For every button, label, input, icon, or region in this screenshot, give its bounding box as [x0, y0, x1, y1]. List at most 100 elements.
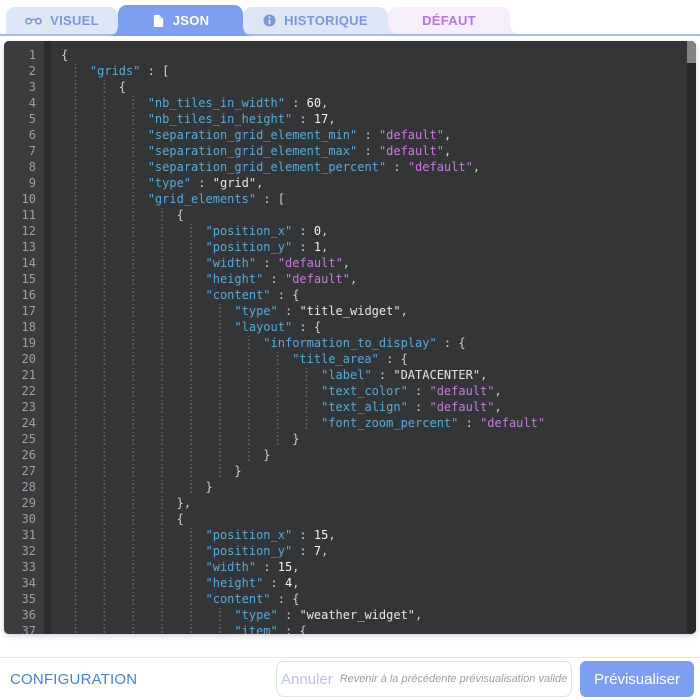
indent-guides — [61, 416, 321, 430]
editor-gutter: 1234567891011121314151617181920212223242… — [4, 41, 44, 634]
token-number: 17 — [314, 112, 328, 126]
line-number: 22 — [4, 383, 36, 399]
preview-button[interactable]: Prévisualiser — [580, 661, 694, 697]
code-line: "position_x" : 0, — [61, 223, 684, 239]
token-string: "grid" — [213, 176, 256, 190]
token-punctuation: : { — [292, 320, 321, 334]
indent-guides — [61, 464, 234, 478]
token-punctuation: { — [61, 48, 68, 62]
token-punctuation: : — [292, 240, 314, 254]
token-key: "layout" — [234, 320, 292, 334]
token-key: "position_y" — [206, 240, 293, 254]
code-line: "type" : "weather_widget", — [61, 607, 684, 623]
code-line: "nb_tiles_in_height" : 17, — [61, 111, 684, 127]
tab-historique[interactable]: HISTORIQUE — [243, 7, 388, 34]
line-number: 35 — [4, 591, 36, 607]
token-punctuation: , — [473, 160, 480, 174]
token-punctuation: : — [263, 272, 285, 286]
indent-guides — [61, 128, 148, 142]
token-key: "grids" — [90, 64, 141, 78]
code-line: } — [61, 447, 684, 463]
code-line: "separation_grid_element_percent" : "def… — [61, 159, 684, 175]
indent-guides — [61, 544, 206, 558]
line-number: 23 — [4, 399, 36, 415]
tab-label: VISUEL — [50, 13, 99, 28]
line-number: 17 — [4, 303, 36, 319]
token-string: "weather_widget" — [299, 608, 415, 622]
editor-code[interactable]: { "grids" : [ { "nb_tiles_in_width" : 60… — [51, 41, 696, 634]
line-number: 16 — [4, 287, 36, 303]
line-number: 29 — [4, 495, 36, 511]
token-punctuation: , — [401, 304, 408, 318]
token-punctuation: : — [263, 576, 285, 590]
token-key: "content" — [206, 592, 271, 606]
code-line: "grid_elements" : [ — [61, 191, 684, 207]
token-punctuation: : { — [271, 288, 300, 302]
indent-guides — [61, 512, 177, 526]
token-punctuation: , — [292, 560, 299, 574]
token-punctuation: { — [177, 512, 184, 526]
token-key: "title_area" — [292, 352, 379, 366]
token-punctuation: : — [372, 368, 394, 382]
token-punctuation: , — [495, 400, 502, 414]
code-line: "type" : "grid", — [61, 175, 684, 191]
indent-guides — [61, 592, 206, 606]
glasses-icon — [25, 16, 42, 26]
token-punctuation: : { — [379, 352, 408, 366]
token-punctuation: , — [444, 144, 451, 158]
token-key: "position_x" — [206, 528, 293, 542]
token-key: "label" — [321, 368, 372, 382]
token-string: "title_widget" — [299, 304, 400, 318]
token-punctuation: : — [292, 528, 314, 542]
code-line: "layout" : { — [61, 319, 684, 335]
line-number: 20 — [4, 351, 36, 367]
code-line: "content" : { — [61, 591, 684, 607]
indent-guides — [61, 304, 234, 318]
code-line: } — [61, 479, 684, 495]
indent-guides — [61, 176, 148, 190]
token-default-keyword: "default" — [480, 416, 545, 430]
tab-dfaut[interactable]: DÉFAUT — [388, 7, 510, 34]
token-punctuation: : — [278, 608, 300, 622]
indent-guides — [61, 560, 206, 574]
scrollbar-thumb[interactable] — [687, 41, 696, 63]
token-punctuation: : — [357, 144, 379, 158]
line-number: 33 — [4, 559, 36, 575]
line-number: 36 — [4, 607, 36, 623]
indent-guides — [61, 288, 206, 302]
token-key: "nb_tiles_in_width" — [148, 96, 285, 110]
tab-json[interactable]: JSON — [118, 5, 243, 36]
token-punctuation: : — [256, 256, 278, 270]
line-number: 2 — [4, 63, 36, 79]
token-number: 15 — [278, 560, 292, 574]
tab-visuel[interactable]: VISUEL — [6, 7, 118, 34]
line-number: 32 — [4, 543, 36, 559]
indent-guides — [61, 96, 148, 110]
line-number: 26 — [4, 447, 36, 463]
token-punctuation: { — [177, 208, 184, 222]
line-number: 7 — [4, 143, 36, 159]
cancel-label: Annuler — [281, 671, 333, 688]
token-key: "height" — [206, 272, 264, 286]
tab-label: DÉFAUT — [422, 13, 476, 28]
code-line: "information_to_display" : { — [61, 335, 684, 351]
token-punctuation: : [ — [256, 192, 285, 206]
token-key: "width" — [206, 256, 257, 270]
token-punctuation: : — [278, 304, 300, 318]
code-line: { — [61, 207, 684, 223]
line-number: 19 — [4, 335, 36, 351]
token-punctuation: : — [191, 176, 213, 190]
token-string: "DATACENTER" — [393, 368, 480, 382]
code-line: "position_y" : 7, — [61, 543, 684, 559]
cancel-button[interactable]: Annuler Revenir à la précédente prévisua… — [276, 661, 572, 697]
token-punctuation: : — [408, 400, 430, 414]
code-line: { — [61, 47, 684, 63]
token-punctuation: : { — [278, 624, 307, 634]
code-line: } — [61, 431, 684, 447]
code-line: { — [61, 511, 684, 527]
code-line: "label" : "DATACENTER", — [61, 367, 684, 383]
editor-vertical-scrollbar[interactable] — [687, 41, 696, 634]
token-key: "grid_elements" — [148, 192, 256, 206]
token-key: "text_align" — [321, 400, 408, 414]
token-punctuation: , — [480, 368, 487, 382]
